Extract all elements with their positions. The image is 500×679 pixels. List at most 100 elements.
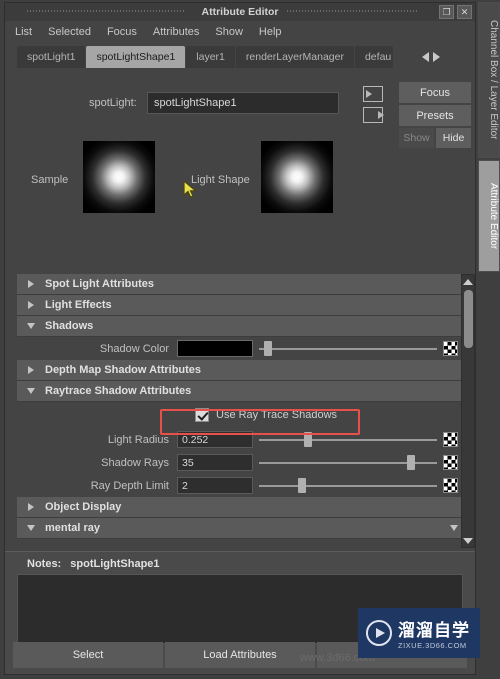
- menu-help[interactable]: Help: [259, 26, 282, 38]
- slider-track: [259, 485, 437, 487]
- go-to-input-icon[interactable]: [363, 86, 383, 102]
- node-nav-icons: [363, 86, 384, 123]
- chevron-down-icon: [17, 525, 45, 531]
- ray-depth-limit-input[interactable]: 2: [177, 477, 253, 494]
- watermark-brand-cn: 溜溜自学: [398, 621, 470, 640]
- attribute-list-scrollbar[interactable]: [461, 274, 475, 548]
- section-label: Spot Light Attributes: [45, 278, 154, 290]
- window-frame: Attribute Editor ❐ ✕ List Selected Focus…: [4, 2, 476, 675]
- tab-renderlayermanager[interactable]: renderLayerManager: [235, 46, 354, 68]
- slider-thumb[interactable]: [303, 432, 312, 447]
- attribute-sections-list: Spot Light Attributes Light Effects Shad…: [17, 274, 464, 548]
- shadow-color-swatch[interactable]: [177, 340, 253, 357]
- ray-depth-limit-row: Ray Depth Limit 2: [17, 474, 464, 497]
- sample-glow: [83, 141, 155, 213]
- use-ray-trace-shadows-checkbox[interactable]: [195, 408, 209, 422]
- use-ray-trace-shadows-label: Use Ray Trace Shadows: [216, 409, 338, 421]
- menu-selected[interactable]: Selected: [48, 26, 91, 38]
- light-radius-map-button[interactable]: [443, 432, 458, 447]
- light-shape-glow: [261, 141, 333, 213]
- sidebar-tab-attribute-editor[interactable]: Attribute Editor: [478, 160, 500, 272]
- light-radius-row: Light Radius 0.252: [17, 428, 464, 451]
- play-button-icon: [366, 620, 392, 646]
- shadow-rays-label: Shadow Rays: [101, 456, 169, 469]
- slider-track: [259, 348, 437, 350]
- title-bar: Attribute Editor ❐ ✕: [5, 3, 475, 21]
- slider-track: [259, 439, 437, 441]
- section-label: Light Effects: [45, 299, 112, 311]
- tab-scroll-arrows: [419, 46, 443, 68]
- shadow-color-map-button[interactable]: [443, 341, 458, 356]
- tab-prev-arrow-icon[interactable]: [422, 52, 429, 62]
- section-label: Depth Map Shadow Attributes: [45, 364, 202, 376]
- chevron-down-icon[interactable]: [450, 525, 458, 531]
- slider-thumb[interactable]: [406, 455, 415, 470]
- close-icon[interactable]: ✕: [457, 5, 472, 19]
- light-radius-label: Light Radius: [107, 433, 169, 446]
- shadow-rays-row: Shadow Rays 35: [17, 451, 464, 474]
- chevron-right-icon: [17, 366, 45, 374]
- ray-depth-limit-map-button[interactable]: [443, 478, 458, 493]
- restore-icon[interactable]: ❐: [439, 5, 454, 19]
- sample-swatch[interactable]: [83, 141, 155, 213]
- window-title: Attribute Editor: [195, 6, 285, 18]
- scroll-up-icon[interactable]: [462, 275, 474, 288]
- shadow-color-label: Shadow Color: [99, 342, 169, 355]
- mouse-cursor-icon: [183, 180, 198, 198]
- watermark-logo: 溜溜自学 ZIXUE.3D66.COM: [358, 608, 480, 658]
- tab-spotlight1[interactable]: spotLight1: [17, 46, 86, 68]
- shadow-rays-map-button[interactable]: [443, 455, 458, 470]
- chevron-right-icon: [17, 503, 45, 511]
- section-shadows[interactable]: Shadows: [17, 316, 464, 337]
- tab-next-arrow-icon[interactable]: [433, 52, 440, 62]
- ray-depth-limit-label: Ray Depth Limit: [90, 479, 169, 492]
- menu-focus[interactable]: Focus: [107, 26, 137, 38]
- scroll-down-icon[interactable]: [462, 534, 474, 547]
- light-radius-slider[interactable]: [259, 431, 437, 448]
- light-preview-row: Sample Light Shape: [5, 136, 475, 226]
- ray-depth-limit-slider[interactable]: [259, 477, 437, 494]
- shadow-rays-input[interactable]: 35: [177, 454, 253, 471]
- tab-spotlightshape1[interactable]: spotLightShape1: [86, 46, 186, 68]
- sidebar-tab-channel-box[interactable]: Channel Box / Layer Editor: [478, 2, 500, 158]
- menu-attributes[interactable]: Attributes: [153, 26, 199, 38]
- notes-label: Notes:: [27, 558, 62, 570]
- tab-layer1[interactable]: layer1: [186, 46, 235, 68]
- section-raytrace-shadow-attributes[interactable]: Raytrace Shadow Attributes: [17, 381, 464, 402]
- shadow-rays-slider[interactable]: [259, 454, 437, 471]
- section-light-effects[interactable]: Light Effects: [17, 295, 464, 316]
- title-hatch-right: [287, 9, 417, 15]
- chevron-down-icon: [17, 323, 45, 329]
- notes-target: spotLightShape1: [70, 558, 160, 570]
- maya-attribute-editor-window: Attribute Editor ❐ ✕ List Selected Focus…: [0, 0, 500, 679]
- chevron-down-icon: [17, 388, 45, 394]
- use-ray-trace-shadows-row[interactable]: Use Ray Trace Shadows: [17, 402, 464, 428]
- chevron-right-icon: [17, 301, 45, 309]
- section-depth-map-shadow-attributes[interactable]: Depth Map Shadow Attributes: [17, 360, 464, 381]
- menu-show[interactable]: Show: [215, 26, 243, 38]
- light-radius-input[interactable]: 0.252: [177, 431, 253, 448]
- section-label: Raytrace Shadow Attributes: [45, 385, 192, 397]
- section-label: Object Display: [45, 501, 122, 513]
- focus-button[interactable]: Focus: [399, 82, 471, 103]
- select-button[interactable]: Select: [13, 642, 163, 668]
- slider-thumb[interactable]: [298, 478, 307, 493]
- menu-bar: List Selected Focus Attributes Show Help: [5, 21, 475, 43]
- slider-thumb[interactable]: [264, 341, 273, 356]
- right-sidebar-tabs: Channel Box / Layer Editor Attribute Edi…: [478, 2, 500, 675]
- node-name-row: spotLight: spotLightShape1 Focus Presets…: [5, 70, 475, 148]
- node-name-input[interactable]: spotLightShape1: [147, 92, 339, 114]
- scrollbar-thumb[interactable]: [464, 290, 473, 348]
- tab-default[interactable]: defau: [354, 46, 393, 68]
- node-tab-bar: spotLight1 spotLightShape1 layer1 render…: [17, 46, 475, 68]
- light-shape-swatch[interactable]: [261, 141, 333, 213]
- section-spot-light-attributes[interactable]: Spot Light Attributes: [17, 274, 464, 295]
- shadow-color-slider[interactable]: [259, 340, 437, 357]
- presets-button[interactable]: Presets: [399, 105, 471, 126]
- node-type-label: spotLight:: [89, 97, 137, 109]
- menu-list[interactable]: List: [15, 26, 32, 38]
- section-object-display[interactable]: Object Display: [17, 497, 464, 518]
- load-attributes-button[interactable]: Load Attributes: [165, 642, 315, 668]
- section-mental-ray[interactable]: mental ray: [17, 518, 464, 539]
- go-to-output-icon[interactable]: [363, 107, 384, 123]
